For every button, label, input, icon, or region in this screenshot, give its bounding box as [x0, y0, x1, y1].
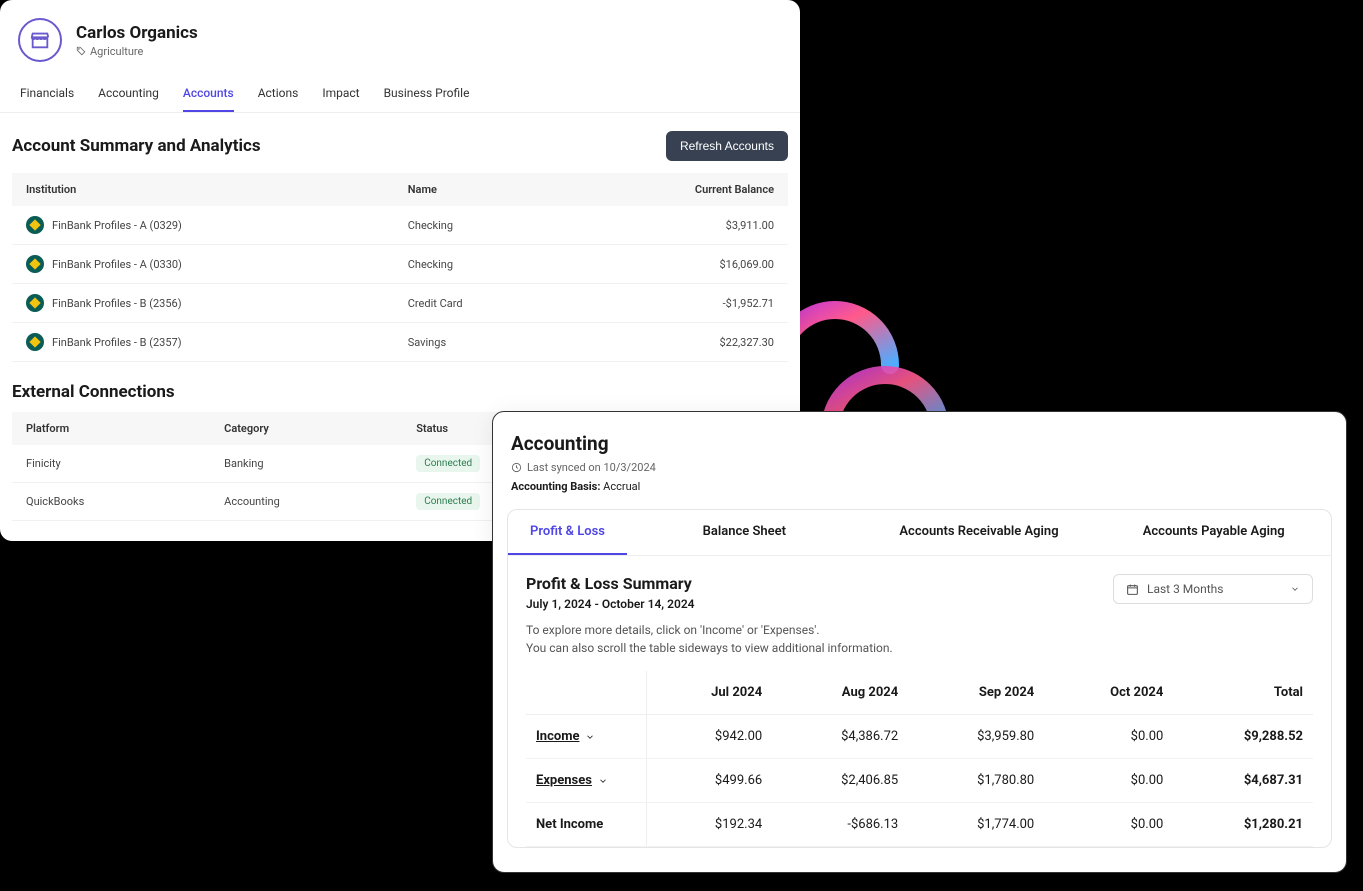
- account-balance: $22,327.30: [566, 323, 788, 362]
- subtab-accounts-payable-aging[interactable]: Accounts Payable Aging: [1096, 510, 1331, 555]
- clock-icon: [511, 462, 522, 473]
- cell-value: $499.66: [646, 759, 772, 803]
- accounting-subtabs: Profit & LossBalance SheetAccounts Recei…: [508, 510, 1331, 556]
- org-name: Carlos Organics: [76, 23, 198, 43]
- row-label-net-income: Net Income: [536, 817, 603, 832]
- period-selector[interactable]: Last 3 Months: [1113, 574, 1313, 604]
- cell-value: $3,959.80: [908, 715, 1044, 759]
- cell-value: $0.00: [1044, 759, 1173, 803]
- col-category: Category: [210, 412, 402, 445]
- institution-name: FinBank Profiles - A (0330): [52, 258, 182, 271]
- col-header: Sep 2024: [908, 671, 1044, 715]
- conn-category: Accounting: [210, 483, 402, 521]
- chevron-down-icon: [598, 776, 608, 786]
- subtab-profit-loss[interactable]: Profit & Loss: [508, 510, 627, 555]
- col-platform: Platform: [12, 412, 210, 445]
- tab-accounting[interactable]: Accounting: [98, 76, 159, 112]
- cell-value: -$686.13: [772, 803, 908, 847]
- table-row: Expenses $499.66$2,406.85$1,780.80$0.00$4…: [526, 759, 1313, 803]
- subtab-balance-sheet[interactable]: Balance Sheet: [627, 510, 862, 555]
- cell-value: $4,386.72: [772, 715, 908, 759]
- chevron-down-icon: [1290, 584, 1300, 594]
- accounts-table: Institution Name Current Balance FinBank…: [12, 173, 788, 362]
- tab-accounts[interactable]: Accounts: [183, 76, 234, 112]
- bank-icon: [26, 294, 44, 312]
- cell-value: $192.34: [646, 803, 772, 847]
- tag-icon: [76, 46, 86, 56]
- accounting-panel: Accounting Last synced on 10/3/2024 Acco…: [492, 411, 1347, 873]
- account-type: Savings: [394, 323, 566, 362]
- org-avatar-icon: [18, 18, 62, 62]
- account-balance: $3,911.00: [566, 206, 788, 245]
- cell-value: $2,406.85: [772, 759, 908, 803]
- tab-impact[interactable]: Impact: [322, 76, 359, 112]
- status-badge: Connected: [416, 493, 480, 510]
- status-badge: Connected: [416, 455, 480, 472]
- cell-value: $1,774.00: [908, 803, 1044, 847]
- cell-value: $4,687.31: [1173, 759, 1313, 803]
- cell-value: $0.00: [1044, 803, 1173, 847]
- calendar-icon: [1126, 583, 1139, 596]
- cell-value: $9,288.52: [1173, 715, 1313, 759]
- col-header: Total: [1173, 671, 1313, 715]
- table-row[interactable]: FinBank Profiles - A (0329) Checking$3,91…: [12, 206, 788, 245]
- table-row[interactable]: FinBank Profiles - A (0330) Checking$16,0…: [12, 245, 788, 284]
- table-row: Income $942.00$4,386.72$3,959.80$0.00$9,2…: [526, 715, 1313, 759]
- institution-name: FinBank Profiles - A (0329): [52, 219, 182, 232]
- cell-value: $1,280.21: [1173, 803, 1313, 847]
- row-label-income[interactable]: Income: [536, 729, 595, 744]
- tab-actions[interactable]: Actions: [258, 76, 299, 112]
- table-row[interactable]: FinBank Profiles - B (2356) Credit Card-$…: [12, 284, 788, 323]
- pl-date-range: July 1, 2024 - October 14, 2024: [526, 597, 695, 611]
- section-title: Account Summary and Analytics: [12, 136, 261, 156]
- account-type: Checking: [394, 245, 566, 284]
- cell-value: $1,780.80: [908, 759, 1044, 803]
- pl-summary-title: Profit & Loss Summary: [526, 574, 695, 593]
- cell-value: $0.00: [1044, 715, 1173, 759]
- table-row: Net Income $192.34-$686.13$1,774.00$0.00$…: [526, 803, 1313, 847]
- pl-description-2: You can also scroll the table sideways t…: [508, 637, 1331, 655]
- col-header: Aug 2024: [772, 671, 908, 715]
- accounting-title: Accounting: [507, 432, 1332, 455]
- col-institution: Institution: [12, 173, 394, 206]
- pl-description-1: To explore more details, click on 'Incom…: [508, 619, 1331, 637]
- institution-name: FinBank Profiles - B (2357): [52, 336, 182, 349]
- subtab-accounts-receivable-aging[interactable]: Accounts Receivable Aging: [862, 510, 1097, 555]
- bank-icon: [26, 333, 44, 351]
- platform-name: Finicity: [12, 445, 210, 483]
- conn-category: Banking: [210, 445, 402, 483]
- bank-icon: [26, 255, 44, 273]
- tab-business-profile[interactable]: Business Profile: [384, 76, 470, 112]
- institution-name: FinBank Profiles - B (2356): [52, 297, 182, 310]
- col-header: Jul 2024: [646, 671, 772, 715]
- accounting-basis: Accounting Basis: Accrual: [507, 480, 1332, 493]
- account-balance: $16,069.00: [566, 245, 788, 284]
- tab-financials[interactable]: Financials: [20, 76, 74, 112]
- col-name: Name: [394, 173, 566, 206]
- table-row[interactable]: FinBank Profiles - B (2357) Savings$22,32…: [12, 323, 788, 362]
- external-connections-title: External Connections: [0, 362, 800, 412]
- platform-name: QuickBooks: [12, 483, 210, 521]
- chevron-down-icon: [585, 732, 595, 742]
- col-balance: Current Balance: [566, 173, 788, 206]
- refresh-accounts-button[interactable]: Refresh Accounts: [666, 131, 788, 161]
- last-synced: Last synced on 10/3/2024: [507, 461, 1332, 474]
- row-label-expenses[interactable]: Expenses: [536, 773, 608, 788]
- col-header: Oct 2024: [1044, 671, 1173, 715]
- account-type: Credit Card: [394, 284, 566, 323]
- pl-table: Jul 2024Aug 2024Sep 2024Oct 2024Total In…: [526, 671, 1313, 847]
- account-type: Checking: [394, 206, 566, 245]
- cell-value: $942.00: [646, 715, 772, 759]
- main-tabs: Financials Accounting Accounts Actions Impac…: [0, 76, 800, 113]
- bank-icon: [26, 216, 44, 234]
- account-balance: -$1,952.71: [566, 284, 788, 323]
- org-category: Agriculture: [76, 45, 198, 58]
